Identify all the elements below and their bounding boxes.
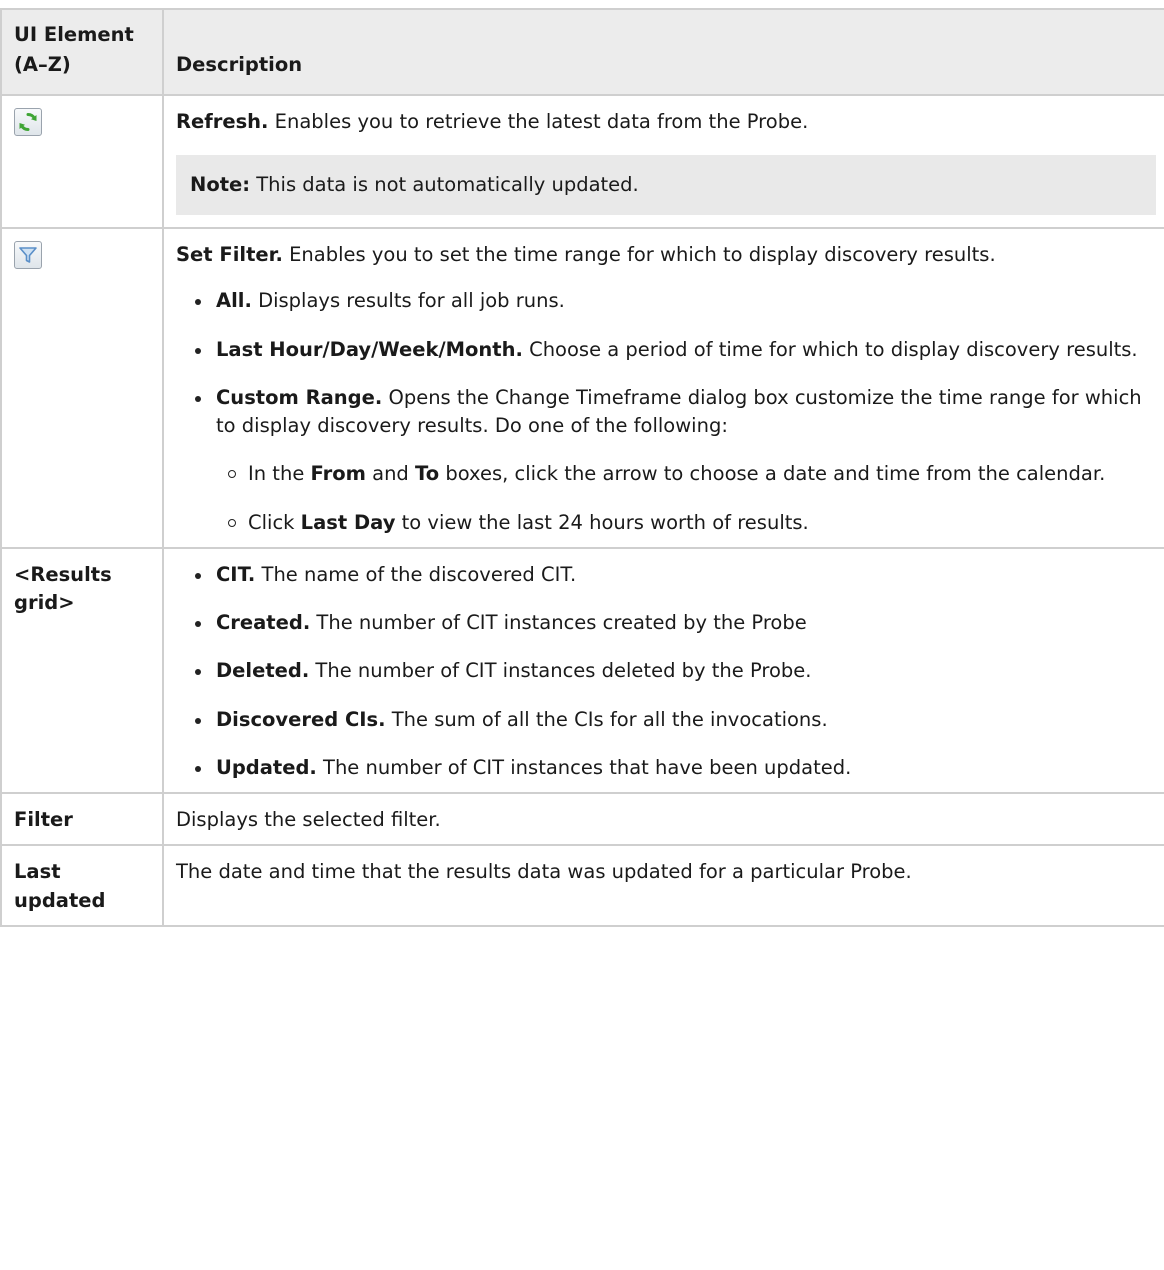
note-text: This data is not automatically updated. [250,172,639,196]
description-cell: CIT. The name of the discovered CIT. Cre… [162,546,1164,795]
sub-list-item: Click Last Day to view the last 24 hours… [216,509,1156,537]
refresh-description: Refresh. Enables you to retrieve the lat… [176,108,1156,136]
set-filter-description: Set Filter. Enables you to set the time … [176,241,1156,269]
list-item: CIT. The name of the discovered CIT. [176,561,1156,589]
table-row-last-updated: Last updated The date and time that the … [0,844,1164,927]
refresh-title: Refresh. [176,110,269,134]
note-label: Note: [190,172,251,196]
list-item: Updated. The number of CIT instances tha… [176,754,1156,782]
list-item: Last Hour/Day/Week/Month. Choose a perio… [176,336,1156,364]
filter-icon [14,240,42,269]
note-box: Note: This data is not automatically upd… [176,154,1156,215]
table-row-set-filter: Set Filter. Enables you to set the time … [0,226,1164,549]
description-cell: Refresh. Enables you to retrieve the lat… [162,94,1164,229]
column-header-ui-element: UI Element (A–Z) [0,7,164,97]
ui-elements-table: UI Element (A–Z) Description Refresh. En… [0,7,1164,927]
list-item: All. Displays results for all job runs. [176,287,1156,315]
set-filter-text: Enables you to set the time range for wh… [282,242,996,266]
set-filter-title: Set Filter. [176,242,283,266]
set-filter-options: All. Displays results for all job runs. … [176,287,1156,537]
filter-description: Displays the selected filter. [162,792,1164,847]
last-updated-description: The date and time that the results data … [162,844,1164,927]
table-row-filter: Filter Displays the selected filter. [0,792,1164,847]
ui-element-cell [0,226,164,549]
refresh-icon [14,108,42,137]
description-cell: Set Filter. Enables you to set the time … [162,226,1164,549]
last-updated-element: Last updated [0,844,164,927]
list-item: Discovered CIs. The sum of all the CIs f… [176,706,1156,734]
column-header-description: Description [162,7,1164,97]
results-grid-element: <Results grid> [0,546,164,795]
list-item: Deleted. The number of CIT instances del… [176,657,1156,685]
custom-range-sub-list: In the From and To boxes, click the arro… [216,460,1156,537]
ui-element-cell [0,94,164,229]
refresh-text: Enables you to retrieve the latest data … [268,110,809,134]
sub-list-item: In the From and To boxes, click the arro… [216,460,1156,488]
list-item: Custom Range. Opens the Change Timeframe… [176,384,1156,537]
filter-element: Filter [0,792,164,847]
table-header-row: UI Element (A–Z) Description [0,7,1164,97]
table-row-refresh: Refresh. Enables you to retrieve the lat… [0,94,1164,229]
list-item: Created. The number of CIT instances cre… [176,609,1156,637]
results-grid-columns: CIT. The name of the discovered CIT. Cre… [176,561,1156,782]
table-row-results-grid: <Results grid> CIT. The name of the disc… [0,546,1164,795]
